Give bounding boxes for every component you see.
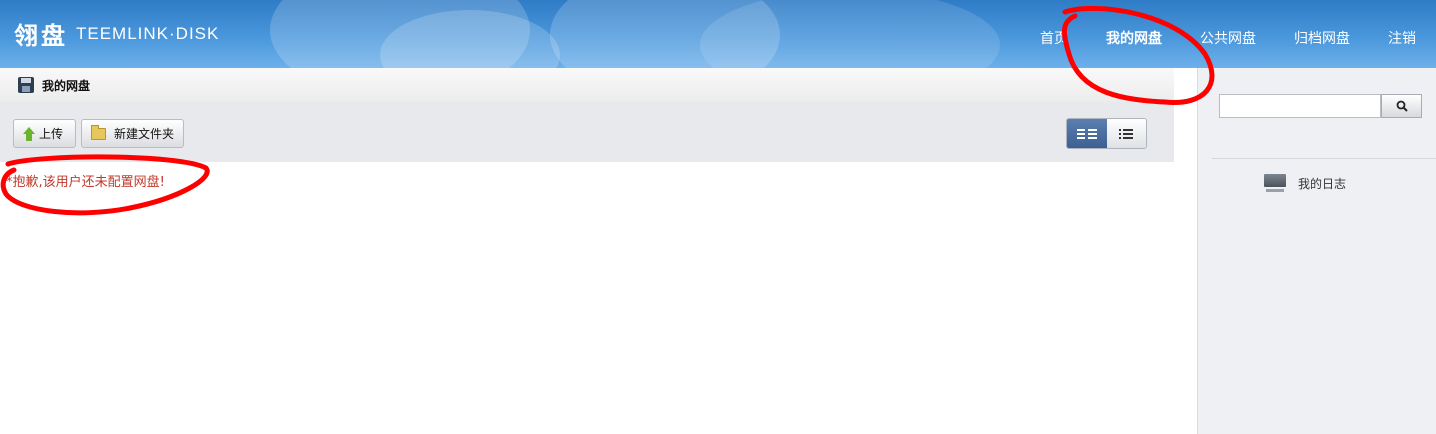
nav-logout[interactable]: 注销 [1388, 28, 1416, 48]
nav-home[interactable]: 首页 [1040, 28, 1068, 48]
monitor-icon [1264, 174, 1286, 192]
list-view-icon [1119, 128, 1134, 139]
right-sidebar: 我的日志 [1197, 68, 1436, 434]
upload-button[interactable]: 上传 [13, 119, 76, 148]
view-mode-toggle [1066, 118, 1147, 149]
toolbar: 上传 新建文件夹 [0, 102, 1174, 162]
search-input[interactable] [1219, 94, 1381, 118]
top-nav: 首页 我的网盘 公共网盘 归档网盘 注销 [1002, 28, 1416, 48]
my-journal-link[interactable]: 我的日志 [1264, 174, 1346, 192]
logo-chinese: 翎盘 [14, 21, 68, 50]
floppy-disk-icon [18, 77, 34, 93]
search-icon [1396, 100, 1408, 112]
folder-icon [91, 124, 106, 140]
thumbnail-view-button[interactable] [1067, 119, 1107, 148]
sidebar-divider [1212, 158, 1436, 159]
upload-arrow-icon [23, 126, 35, 141]
upload-button-label: 上传 [39, 127, 64, 141]
new-folder-button-label: 新建文件夹 [114, 127, 175, 141]
page-title-bar: 我的网盘 [0, 68, 1174, 102]
cloud-decoration [700, 0, 1000, 68]
logo-english: TEEMLINK·DISK [76, 23, 220, 43]
nav-public-disk[interactable]: 公共网盘 [1200, 28, 1256, 48]
nav-archive-disk[interactable]: 归档网盘 [1294, 28, 1350, 48]
nav-my-disk[interactable]: 我的网盘 [1106, 28, 1162, 48]
no-disk-message: *抱歉,该用户还未配置网盘! [6, 175, 165, 190]
thumbnail-view-icon [1076, 128, 1097, 139]
my-journal-label: 我的日志 [1298, 176, 1347, 191]
new-folder-button[interactable]: 新建文件夹 [81, 119, 184, 148]
list-view-button[interactable] [1106, 119, 1146, 148]
app-header: 翎盘 TEEMLINK·DISK 首页 我的网盘 公共网盘 归档网盘 注销 [0, 0, 1436, 68]
page-title: 我的网盘 [42, 78, 91, 93]
search-button[interactable] [1381, 94, 1422, 118]
app-logo[interactable]: 翎盘 TEEMLINK·DISK [14, 16, 219, 51]
